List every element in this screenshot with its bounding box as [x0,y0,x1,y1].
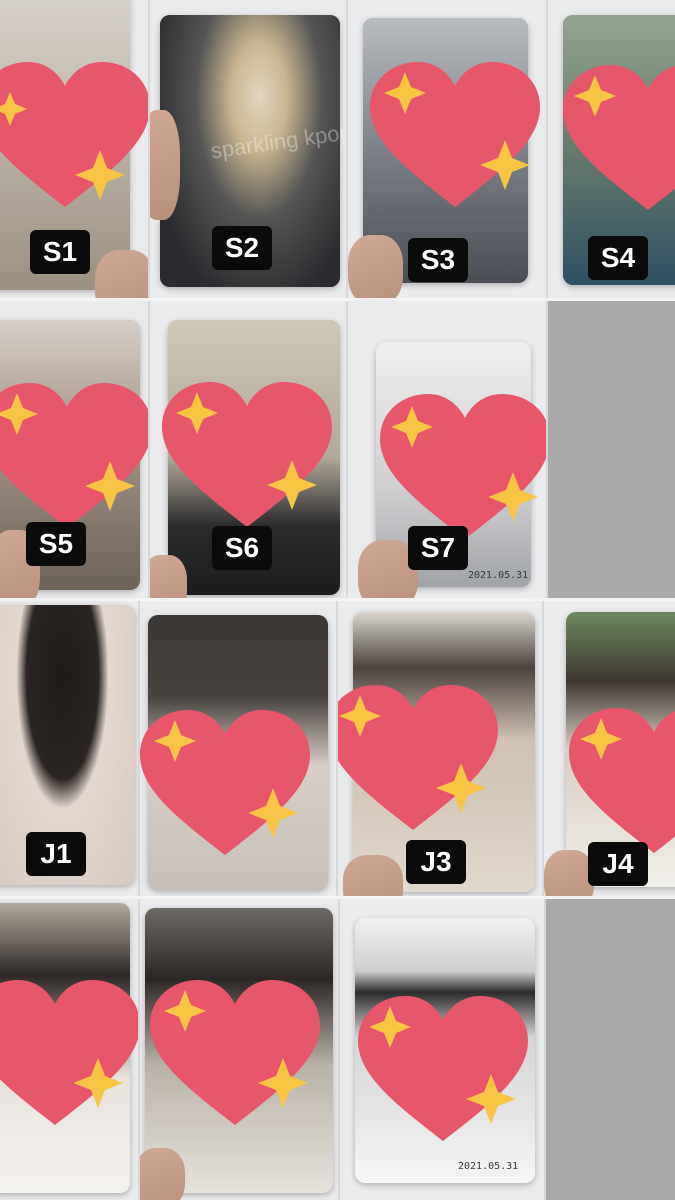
card-label-j3: J3 [406,840,466,884]
card-label-s4: S4 [588,236,648,280]
cell-j3: J3 [338,600,542,896]
finger [343,855,403,896]
cell-s6: S6 [150,300,346,598]
empty-cell [548,300,675,598]
heart-sparkle-icon [563,65,675,210]
finger [95,250,148,298]
cell-s5: S5 [0,300,148,598]
card-label-s1: S1 [30,230,90,274]
heart-sparkle-icon [0,383,148,528]
heart-sparkle-icon [0,62,148,207]
empty-cell [546,898,675,1200]
heart-sparkle-icon [370,62,540,207]
cell-s4: S4 [548,0,675,298]
heart-sparkle-icon [338,685,498,830]
card-label-s7: S7 [408,526,468,570]
card-label-j4: J4 [588,842,648,886]
cell-s7: 2021.05.31 S7 [348,300,546,598]
card-label-s6: S6 [212,526,272,570]
heart-sparkle-icon [150,980,320,1125]
card-label-s2: S2 [212,226,272,270]
cell-j2 [140,600,336,896]
heart-sparkle-icon [358,996,528,1141]
cell-j7: 2021.05.31 [340,898,544,1200]
card-label-j1: J1 [26,832,86,876]
cell-s2: sparkling kpop stars S2 [150,0,346,298]
card-label-s5: S5 [26,522,86,566]
finger [140,1148,185,1200]
cell-j5 [0,898,138,1200]
grid-divider [0,896,675,899]
cell-s1: S1 [0,0,148,298]
print-date: 2021.05.31 [468,570,529,581]
heart-sparkle-icon [569,708,675,853]
cell-s3: S3 [348,0,546,298]
cell-j6 [140,898,338,1200]
finger [150,110,180,220]
heart-sparkle-icon [140,710,310,855]
heart-sparkle-icon [0,980,138,1125]
finger [348,235,403,298]
grid-divider [0,598,675,601]
print-date: 2021.05.31 [458,1161,519,1172]
cell-j1: J1 [0,600,138,896]
heart-sparkle-icon [162,382,332,527]
heart-sparkle-icon [380,394,546,539]
card-label-s3: S3 [408,238,468,282]
cell-j4: J4 [544,600,675,896]
finger [150,555,187,598]
grid-divider [0,298,675,301]
